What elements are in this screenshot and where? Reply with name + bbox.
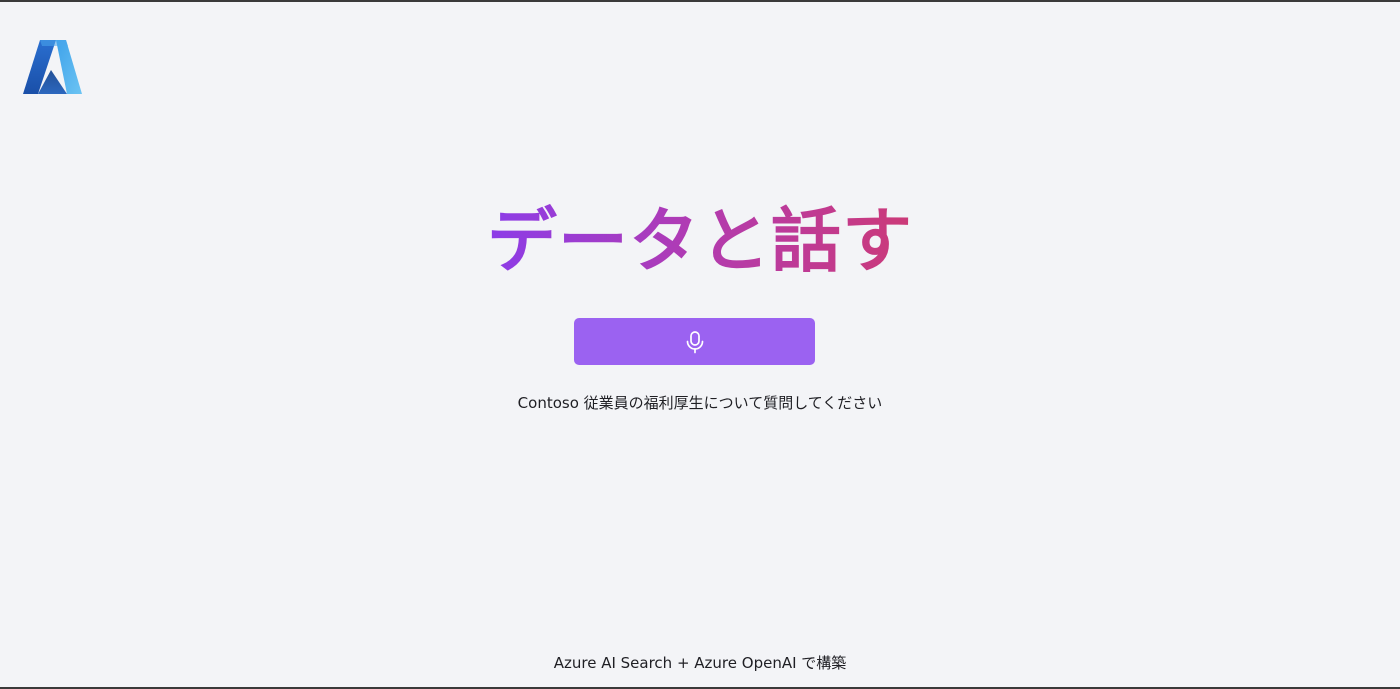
azure-logo-icon (22, 38, 82, 96)
microphone-icon (686, 330, 703, 353)
prompt-subtitle: Contoso 従業員の福利厚生について質問してください (517, 394, 883, 412)
footer-credit: Azure AI Search + Azure OpenAI で構築 (553, 654, 847, 672)
page-title: データと話す (487, 200, 913, 282)
microphone-button[interactable] (574, 318, 815, 365)
